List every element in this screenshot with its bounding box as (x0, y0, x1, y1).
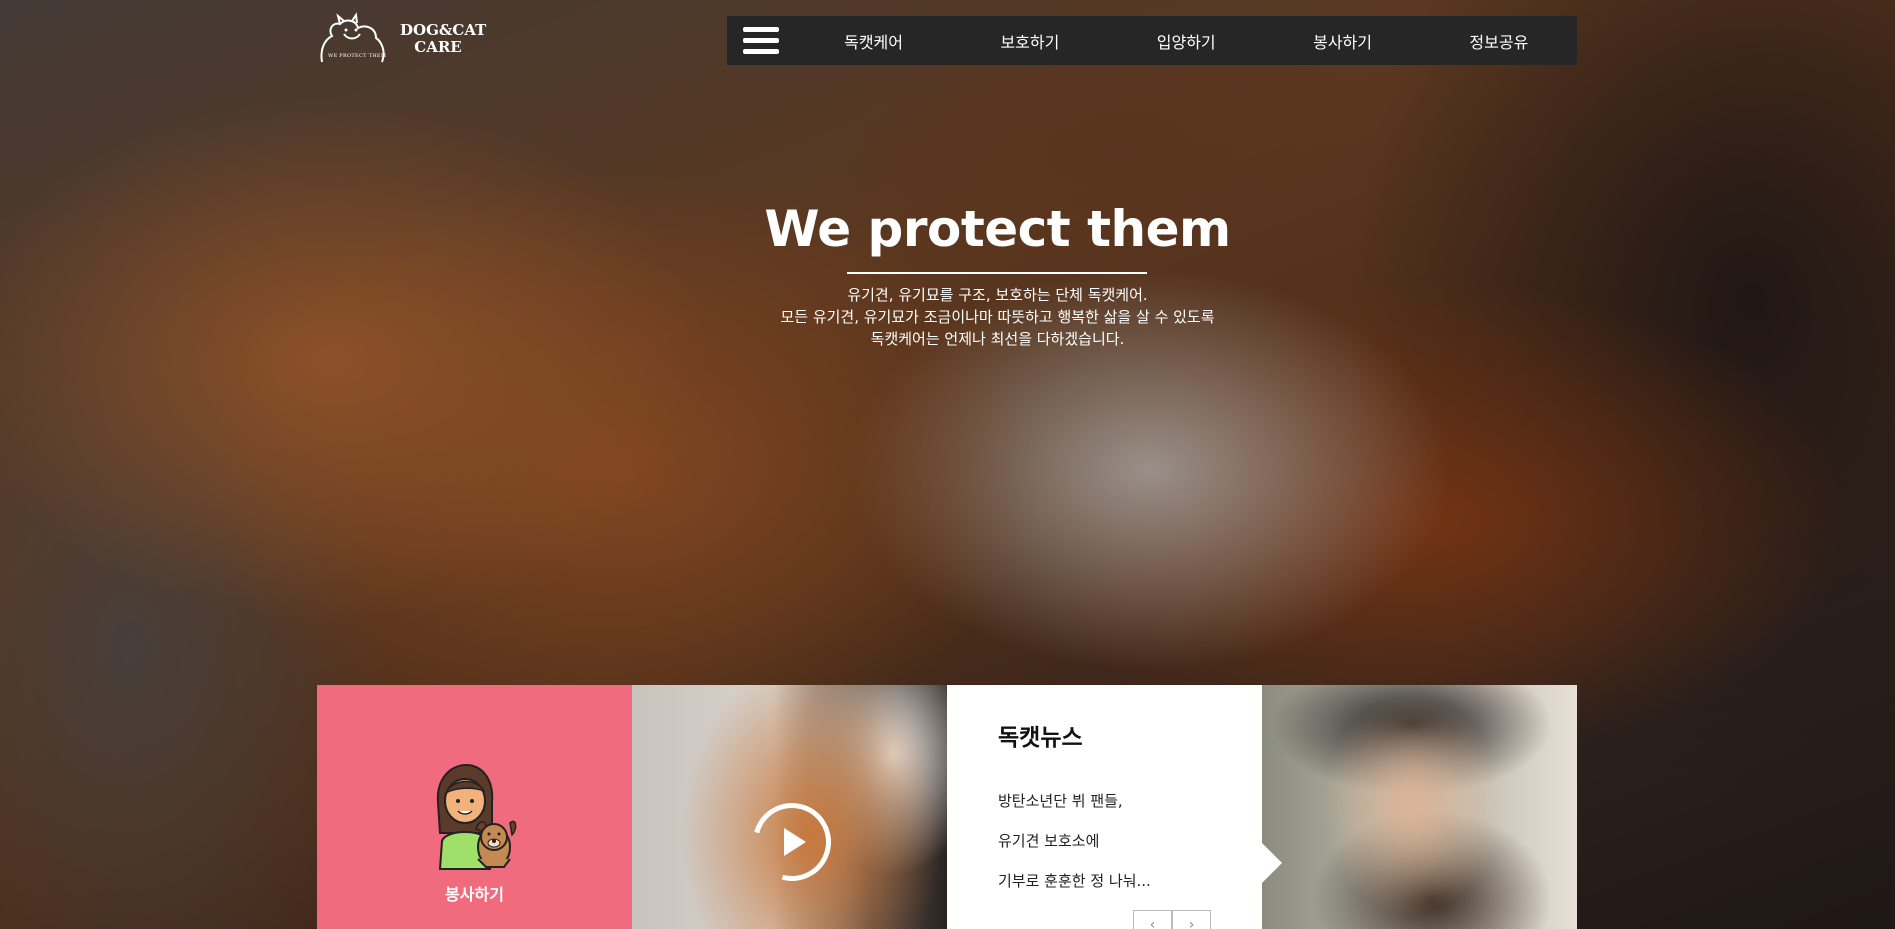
news-pointer-icon (1262, 843, 1282, 883)
hero-desc-line3: 독캣케어는 언제나 최선을 다하겠습니다. (870, 330, 1125, 348)
nav-item-protect[interactable]: 보호하기 (952, 29, 1108, 53)
video-card[interactable] (632, 685, 947, 929)
logo-line2: CARE (414, 38, 462, 56)
logo-tagline: WE PROTECT THEM (328, 53, 387, 59)
news-pager: ‹ › (1133, 910, 1211, 929)
hero-description: 유기견, 유기묘를 구조, 보호하는 단체 독캣케어. 모든 유기견, 유기묘가… (0, 284, 1895, 350)
main-nav: 독캣케어 보호하기 입양하기 봉사하기 정보공유 (727, 16, 1577, 65)
news-title: 독캣뉴스 (998, 725, 1083, 751)
hero-desc-line2: 모든 유기견, 유기묘가 조금이나마 따뜻하고 행복한 삶을 살 수 있도록 (780, 308, 1215, 326)
hero-title: We protect them (764, 200, 1231, 258)
volunteer-card-label: 봉사하기 (445, 885, 504, 904)
volunteer-card[interactable]: 봉사하기 (317, 685, 632, 929)
news-card: 독캣뉴스 방탄소년단 뷔 팬들, 유기견 보호소에 기부로 훈훈한 정 나눠..… (947, 685, 1262, 929)
news-line3: 기부로 훈훈한 정 나눠... (998, 872, 1151, 890)
hero-desc-line1: 유기견, 유기묘를 구조, 보호하는 단체 독캣케어. (847, 286, 1148, 304)
nav-item-volunteer[interactable]: 봉사하기 (1264, 29, 1420, 53)
nav-item-adopt[interactable]: 입양하기 (1108, 29, 1264, 53)
menu-icon[interactable] (727, 16, 795, 65)
news-headline[interactable]: 방탄소년단 뷔 팬들, 유기견 보호소에 기부로 훈훈한 정 나눠... (998, 790, 1151, 910)
news-prev-button[interactable]: ‹ (1133, 910, 1172, 929)
logo-wordmark: DOG&CAT CARE (400, 21, 487, 56)
news-next-button[interactable]: › (1172, 910, 1211, 929)
news-line2: 유기견 보호소에 (998, 832, 1100, 850)
hero-divider (847, 272, 1147, 274)
dog-cat-logo-icon (320, 12, 385, 63)
volunteer-with-dog-icon (436, 763, 517, 870)
news-line1: 방탄소년단 뷔 팬들, (998, 792, 1123, 810)
feature-cards: 봉사하기 독캣뉴스 방탄소년단 뷔 팬들, 유기견 보호소에 기부로 훈훈한 정… (317, 685, 1577, 929)
news-photo[interactable] (1262, 685, 1577, 929)
nav-item-dogcatcare[interactable]: 독캣케어 (795, 29, 951, 53)
logo-line1: DOG&CAT (400, 21, 487, 39)
nav-item-info-share[interactable]: 정보공유 (1421, 29, 1577, 53)
logo[interactable]: DOG&CAT CARE WE PROTECT THEM (316, 12, 487, 68)
play-icon[interactable] (784, 828, 806, 856)
